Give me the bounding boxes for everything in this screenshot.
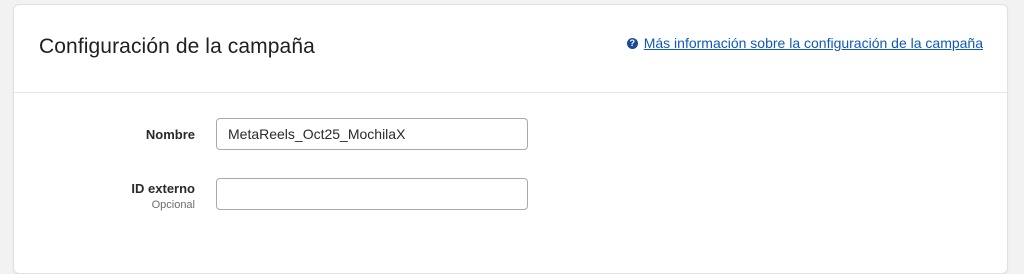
question-circle-icon: ? — [626, 37, 638, 49]
external-id-optional-hint: Opcional — [151, 199, 195, 211]
campaign-settings-panel: Configuración de la campaña ? Más inform… — [13, 4, 1008, 274]
name-label: Nombre — [145, 127, 195, 142]
help-link[interactable]: ? Más información sobre la configuración… — [626, 35, 983, 51]
external-id-input[interactable] — [216, 178, 528, 210]
page-title: Configuración de la campaña — [39, 35, 315, 58]
name-input[interactable] — [216, 118, 528, 150]
panel-header: Configuración de la campaña ? Más inform… — [14, 5, 1007, 93]
help-link-label: Más información sobre la configuración d… — [643, 35, 983, 51]
external-id-label: ID externo — [131, 181, 195, 196]
